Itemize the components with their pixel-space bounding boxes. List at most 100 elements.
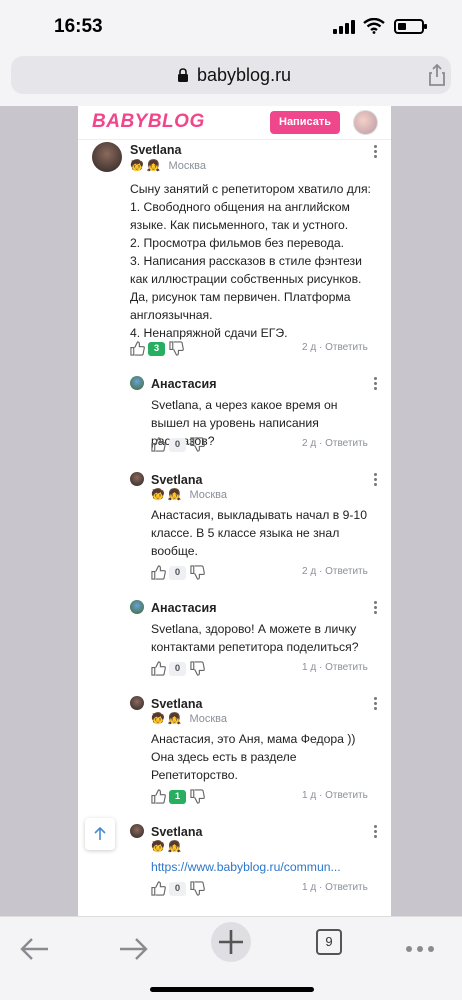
children-emoji-icon: 🧒 👧: [130, 160, 161, 172]
tab-count: 9: [325, 934, 333, 949]
more-options-icon[interactable]: [372, 600, 378, 614]
comment-meta: 2 д · Ответить: [302, 342, 368, 353]
comment-author[interactable]: Svetlana: [151, 697, 202, 711]
reply-link[interactable]: Ответить: [325, 790, 368, 801]
likes-count: 0: [169, 882, 186, 896]
comment-author[interactable]: Svetlana: [130, 143, 181, 157]
like-icon[interactable]: [151, 881, 166, 896]
reply-comment: Svetlana 🧒 👧 Москва Анастасия, выкладыват…: [78, 470, 391, 585]
dislike-icon[interactable]: [190, 565, 205, 580]
author-badges: 🧒 👧 Москва: [151, 488, 227, 501]
likes-count: 3: [148, 342, 165, 356]
site-logo[interactable]: BABYBLOG: [92, 111, 205, 133]
avatar[interactable]: [130, 824, 144, 838]
comment-text: Svetlana, здорово! А можете в личку конт…: [151, 622, 359, 654]
children-emoji-icon: 🧒 👧: [151, 841, 182, 853]
comment-actions: 0 2 д · Ответить: [151, 437, 381, 453]
children-emoji-icon: 🧒 👧: [151, 713, 182, 725]
share-icon[interactable]: [427, 64, 447, 86]
more-options-icon[interactable]: [372, 472, 378, 486]
reply-comment: Анастасия Svetlana, здорово! А можете в …: [78, 598, 391, 688]
address-bar[interactable]: babyblog.ru: [11, 56, 451, 94]
comment-link[interactable]: https://www.babyblog.ru/commun...: [151, 858, 377, 876]
meta-separator: ·: [318, 790, 323, 801]
meta-separator: ·: [318, 342, 323, 353]
more-menu-icon[interactable]: [403, 927, 437, 971]
avatar[interactable]: [130, 376, 144, 390]
author-city: Москва: [168, 160, 207, 172]
comment-text: Анастасия, выкладывать начал в 9-10 клас…: [151, 508, 367, 558]
home-indicator: [150, 987, 314, 992]
tabs-button[interactable]: 9: [316, 929, 342, 955]
meta-separator: ·: [318, 438, 323, 449]
comment-actions: 3 2 д · Ответить: [130, 341, 380, 357]
more-options-icon[interactable]: [372, 824, 378, 838]
user-avatar[interactable]: [353, 110, 378, 135]
comment-author[interactable]: Svetlana: [151, 825, 202, 839]
wifi-icon: [363, 18, 385, 34]
comment-time: 2 д: [302, 342, 317, 353]
comment-time: 2 д: [302, 566, 317, 577]
dislike-icon[interactable]: [190, 437, 205, 452]
forward-arrow-icon[interactable]: [116, 927, 150, 971]
battery-level: [398, 23, 406, 30]
like-icon[interactable]: [151, 789, 166, 804]
status-time: 16:53: [54, 16, 103, 37]
comment-actions: 0 1 д · Ответить: [151, 661, 381, 677]
cellular-signal-icon: [333, 20, 355, 34]
more-options-icon[interactable]: [372, 376, 378, 390]
reply-comment: Svetlana 🧒 👧 Москва Анастасия, это Аня, м…: [78, 694, 391, 809]
reply-link[interactable]: Ответить: [325, 438, 368, 449]
likes-count: 0: [169, 566, 186, 580]
likes-count: 0: [169, 438, 186, 452]
back-arrow-icon[interactable]: [18, 927, 52, 971]
like-icon[interactable]: [130, 341, 145, 356]
dislike-icon[interactable]: [169, 341, 184, 356]
dislike-icon[interactable]: [190, 789, 205, 804]
comment-meta: 1 д · Ответить: [302, 790, 368, 801]
reply-comment: Анастасия Svetlana, а через какое время …: [78, 374, 391, 464]
comment-actions: 0 2 д · Ответить: [151, 565, 381, 581]
dislike-icon[interactable]: [190, 881, 205, 896]
like-icon[interactable]: [151, 565, 166, 580]
dislike-icon[interactable]: [190, 661, 205, 676]
likes-count: 1: [169, 790, 186, 804]
comment-time: 1 д: [302, 662, 317, 673]
web-page: BABYBLOG Написать Svetlana 🧒 👧 Москва Сын…: [78, 106, 391, 916]
url-text[interactable]: babyblog.ru: [197, 65, 291, 86]
comment-text: Сыну занятий с репетитором хватило для: …: [130, 182, 371, 340]
author-badges: 🧒 👧: [151, 840, 183, 853]
avatar[interactable]: [130, 696, 144, 710]
status-bar: 16:53: [0, 0, 462, 56]
meta-separator: ·: [318, 882, 323, 893]
lock-icon: [178, 68, 188, 82]
comment-actions: 1 1 д · Ответить: [151, 789, 381, 805]
like-icon[interactable]: [151, 661, 166, 676]
avatar[interactable]: [92, 142, 122, 172]
new-tab-button[interactable]: [211, 922, 251, 962]
battery-icon: [394, 19, 427, 34]
reply-link[interactable]: Ответить: [325, 882, 368, 893]
comment-meta: 2 д · Ответить: [302, 566, 368, 577]
reply-link[interactable]: Ответить: [325, 566, 368, 577]
avatar[interactable]: [130, 472, 144, 486]
reply-link[interactable]: Ответить: [325, 662, 368, 673]
comment-time: 2 д: [302, 438, 317, 449]
comment-author[interactable]: Анастасия: [151, 601, 217, 615]
comment-author[interactable]: Svetlana: [151, 473, 202, 487]
comment-author[interactable]: Анастасия: [151, 377, 217, 391]
comment-text: Анастасия, это Аня, мама Федора )) Она з…: [151, 732, 356, 782]
reply-link[interactable]: Ответить: [325, 342, 368, 353]
comment-time: 1 д: [302, 790, 317, 801]
more-options-icon[interactable]: [372, 696, 378, 710]
more-options-icon[interactable]: [372, 144, 378, 158]
browser-address-area: babyblog.ru: [0, 56, 462, 106]
children-emoji-icon: 🧒 👧: [151, 489, 182, 501]
like-icon[interactable]: [151, 437, 166, 452]
comment-time: 1 д: [302, 882, 317, 893]
site-header: BABYBLOG Написать: [78, 106, 391, 140]
author-badges: 🧒 👧 Москва: [130, 159, 206, 172]
write-button[interactable]: Написать: [270, 111, 340, 134]
avatar[interactable]: [130, 600, 144, 614]
scroll-to-top-button[interactable]: [85, 818, 115, 850]
